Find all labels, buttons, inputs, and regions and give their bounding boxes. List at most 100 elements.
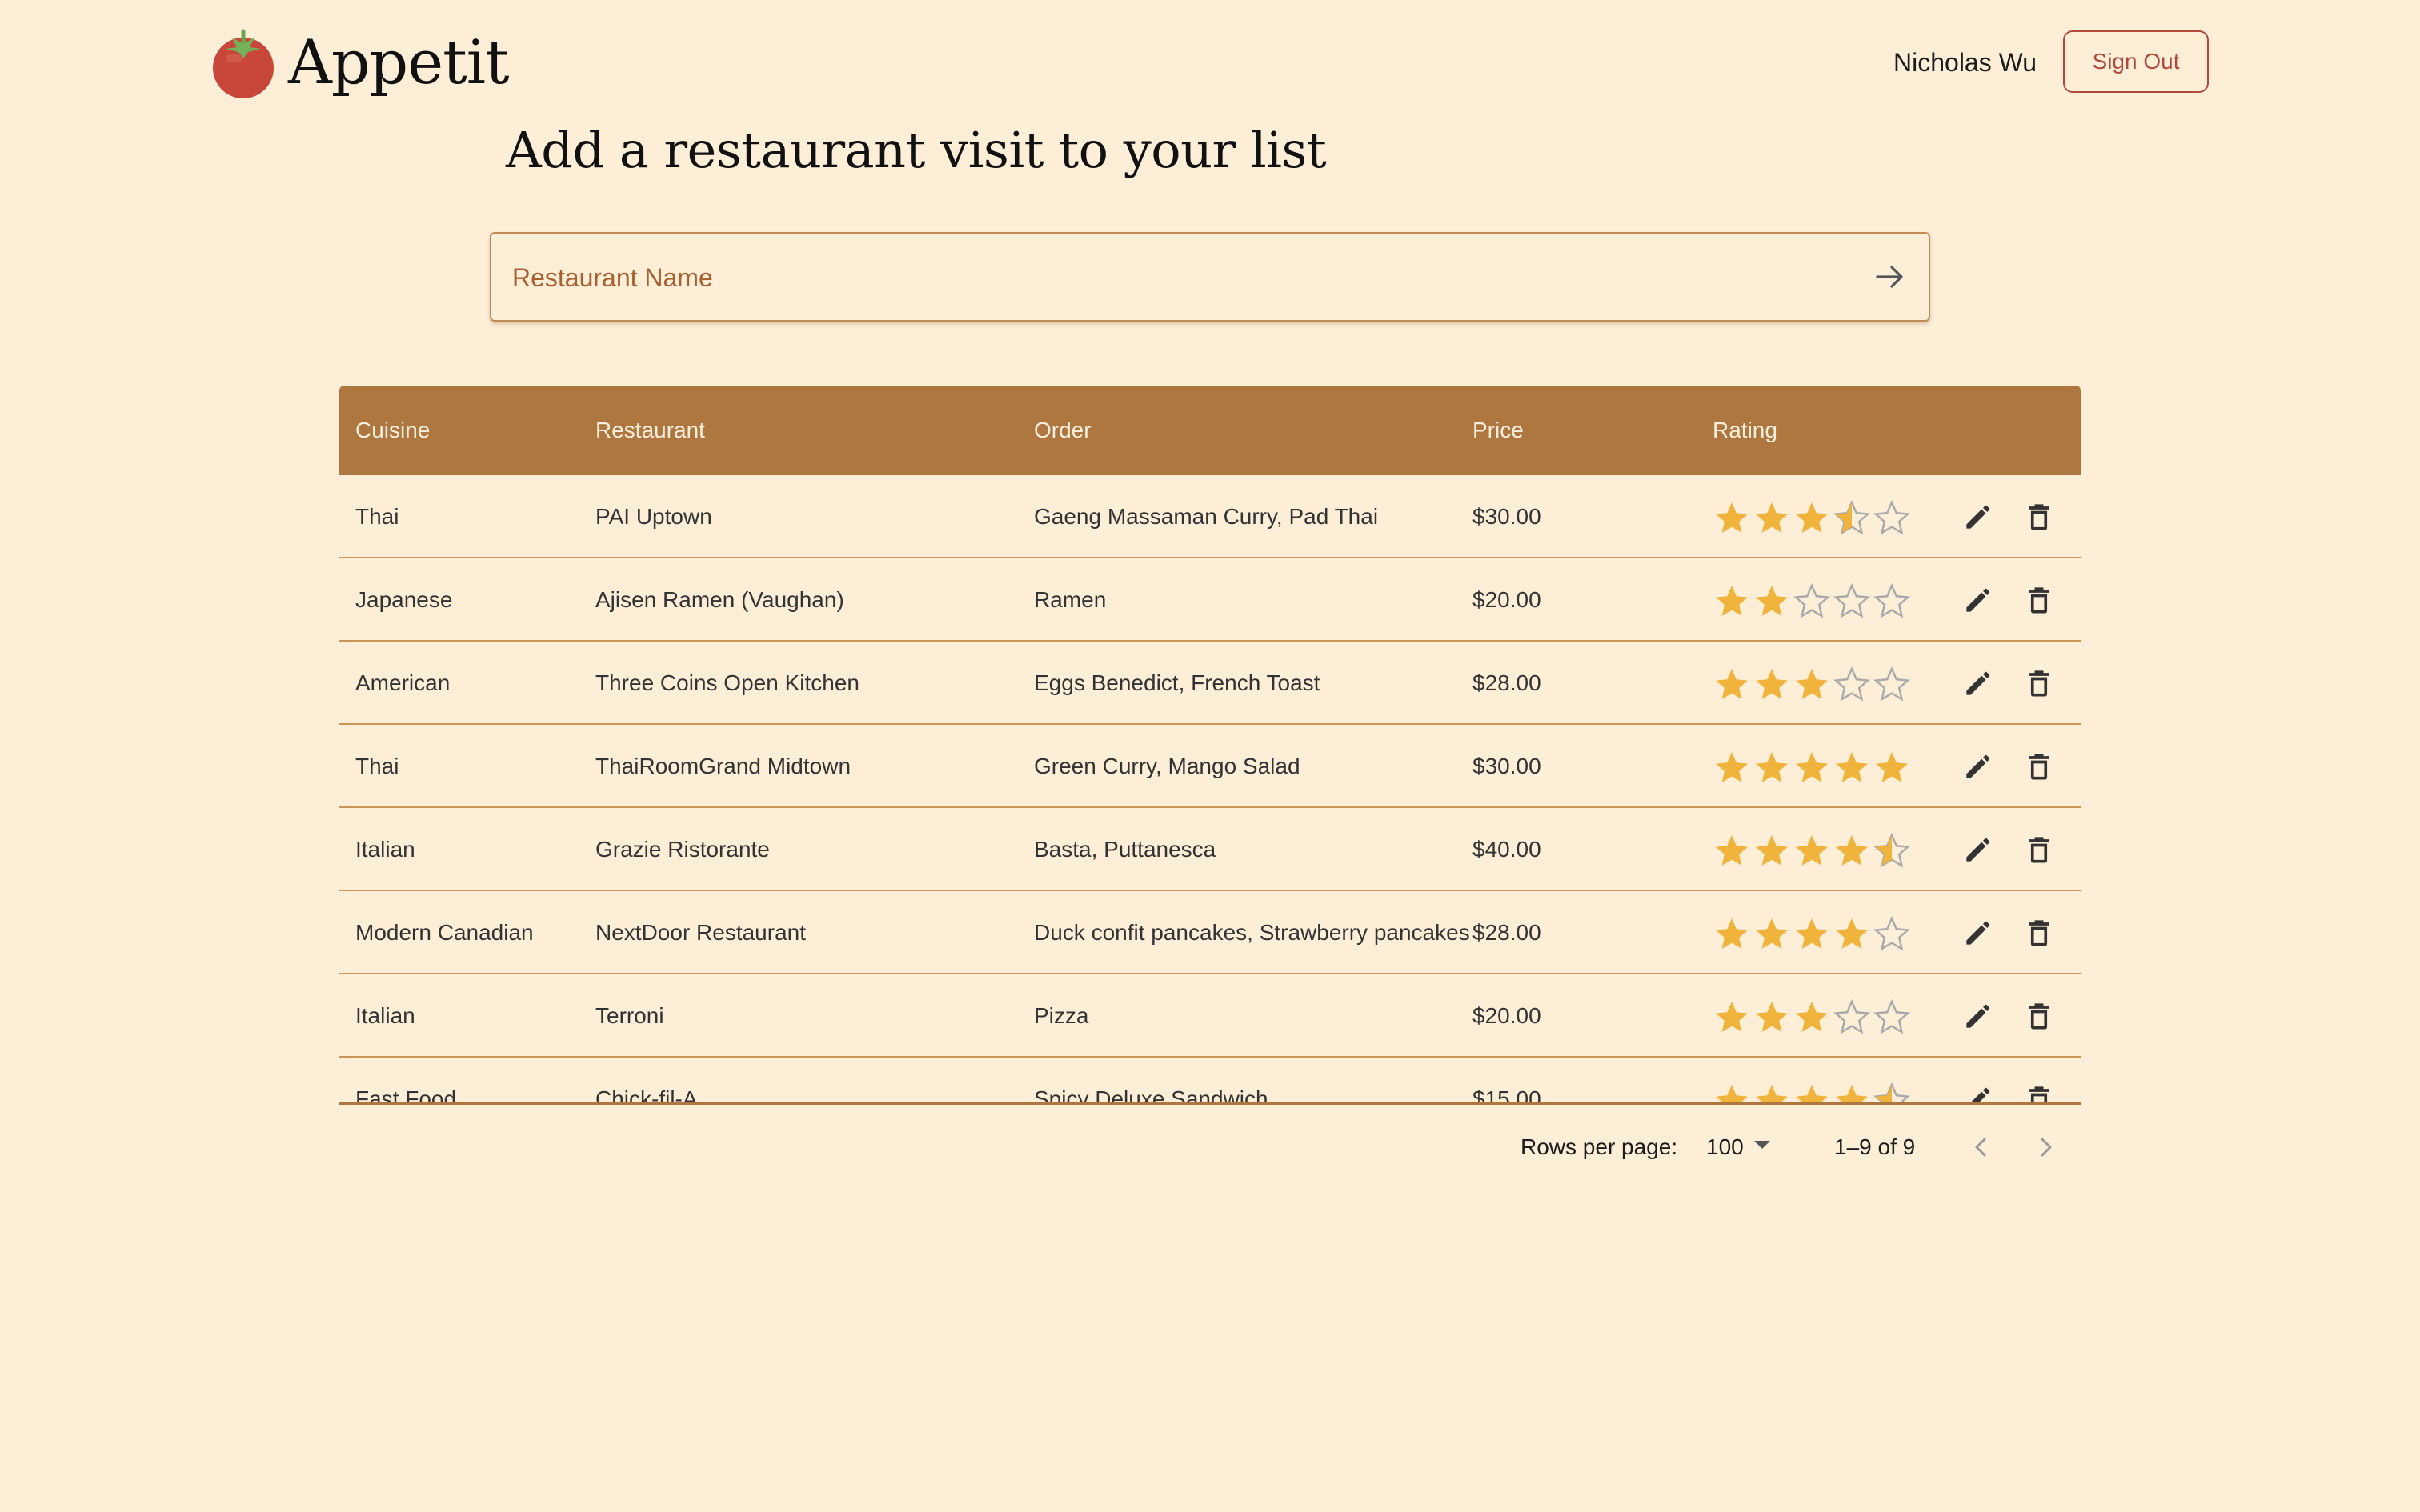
star-icon[interactable]: [1836, 752, 1868, 782]
star-icon[interactable]: [1873, 999, 1910, 1034]
previous-page-button[interactable]: [1962, 1128, 2001, 1166]
star-icon[interactable]: [1876, 752, 1908, 782]
star-icon[interactable]: [1796, 502, 1828, 533]
star-icon[interactable]: [1836, 1085, 1868, 1104]
trash-icon[interactable]: [2021, 499, 2057, 534]
trash-icon[interactable]: [2021, 1082, 2057, 1104]
arrow-right-icon[interactable]: [1873, 259, 1908, 294]
star-icon[interactable]: [1756, 835, 1788, 866]
column-header-rating[interactable]: Rating: [1713, 418, 1777, 443]
star-icon[interactable]: [1836, 835, 1868, 866]
order-cell: Duck confit pancakes, Strawberry pancake…: [1034, 920, 1470, 945]
star-icon[interactable]: [1833, 583, 1870, 618]
column-header-cuisine[interactable]: Cuisine: [355, 418, 430, 443]
star-icon[interactable]: [1756, 918, 1788, 949]
star-icon[interactable]: [1833, 666, 1870, 702]
star-icon[interactable]: [1796, 752, 1828, 782]
pencil-icon[interactable]: [1961, 499, 1996, 534]
star-icon[interactable]: [1796, 1085, 1828, 1104]
star-icon[interactable]: [1793, 583, 1830, 618]
trash-icon[interactable]: [2021, 749, 2057, 784]
price-cell: $28.00: [1472, 920, 1541, 945]
star-icon[interactable]: [1716, 835, 1748, 866]
star-icon[interactable]: [1756, 1002, 1788, 1032]
trash-icon[interactable]: [2021, 582, 2057, 618]
star-rating[interactable]: [1713, 1082, 1913, 1104]
table-row[interactable]: American Three Coins Open Kitchen Eggs Ben…: [339, 642, 2081, 725]
star-icon[interactable]: [1836, 918, 1868, 949]
pencil-icon[interactable]: [1961, 915, 1996, 950]
table-row[interactable]: Italian Grazie Ristorante Basta, Puttanesc…: [339, 808, 2081, 891]
pencil-icon[interactable]: [1961, 582, 1996, 618]
star-icon[interactable]: [1716, 669, 1748, 699]
star-icon[interactable]: [1756, 752, 1788, 782]
rows-per-page-select[interactable]: 100: [1706, 1126, 1786, 1166]
order-cell: Basta, Puttanesca: [1034, 837, 1216, 862]
star-icon[interactable]: [1716, 586, 1748, 616]
star-icon[interactable]: [1873, 666, 1910, 702]
trash-icon[interactable]: [2021, 832, 2057, 867]
column-header-price[interactable]: Price: [1472, 418, 1524, 443]
cuisine-cell: Fast Food: [355, 1086, 457, 1104]
star-icon[interactable]: [1716, 918, 1748, 949]
order-cell: Gaeng Massaman Curry, Pad Thai: [1034, 504, 1379, 529]
star-icon[interactable]: [1833, 999, 1870, 1034]
table-row[interactable]: Thai ThaiRoomGrand Midtown Green Curry, Ma…: [339, 725, 2081, 808]
star-rating[interactable]: [1713, 499, 1913, 535]
pencil-icon[interactable]: [1961, 749, 1996, 784]
star-icon[interactable]: [1873, 500, 1910, 535]
star-icon[interactable]: [1796, 669, 1828, 699]
star-icon[interactable]: [1716, 1002, 1748, 1032]
column-header-restaurant[interactable]: Restaurant: [595, 418, 705, 443]
pencil-icon[interactable]: [1961, 998, 1996, 1034]
table-row[interactable]: Italian Terroni Pizza $20.00: [339, 974, 2081, 1058]
star-icon[interactable]: [1873, 1082, 1910, 1104]
star-icon[interactable]: [1716, 752, 1748, 782]
trash-icon[interactable]: [2021, 915, 2057, 950]
table-row[interactable]: Thai PAI Uptown Gaeng Massaman Curry, Pad …: [339, 475, 2081, 558]
trash-icon[interactable]: [2021, 666, 2057, 701]
column-header-order[interactable]: Order: [1034, 418, 1092, 443]
restaurant-cell: Ajisen Ramen (Vaughan): [595, 587, 844, 612]
app-logo[interactable]: Appetit: [210, 22, 510, 102]
star-rating[interactable]: [1713, 998, 1913, 1034]
star-icon[interactable]: [1756, 586, 1788, 616]
star-icon[interactable]: [1756, 1085, 1788, 1104]
restaurant-name-input[interactable]: [511, 234, 1826, 322]
pencil-icon[interactable]: [1961, 832, 1996, 867]
table-row[interactable]: Modern Canadian NextDoor Restaurant Duck c…: [339, 891, 2081, 974]
tomato-icon: [210, 26, 277, 98]
chevron-right-icon: [2041, 1138, 2052, 1157]
pencil-icon[interactable]: [1961, 666, 1996, 701]
star-icon[interactable]: [1833, 500, 1870, 535]
star-icon[interactable]: [1796, 835, 1828, 866]
star-icon[interactable]: [1756, 502, 1788, 533]
sign-out-button[interactable]: Sign Out: [2063, 30, 2209, 93]
star-rating[interactable]: [1713, 915, 1913, 951]
star-rating[interactable]: [1713, 749, 1913, 784]
restaurant-cell: NextDoor Restaurant: [595, 920, 807, 945]
pencil-icon[interactable]: [1961, 1082, 1996, 1104]
star-icon[interactable]: [1796, 918, 1828, 949]
next-page-button[interactable]: [2026, 1128, 2065, 1166]
star-icon[interactable]: [1873, 583, 1910, 618]
table-row[interactable]: Fast Food Chick-fil-A Spicy Deluxe Sandwic…: [339, 1058, 2081, 1104]
table-row[interactable]: Japanese Ajisen Ramen (Vaughan) Ramen $20.0…: [339, 558, 2081, 642]
trash-icon[interactable]: [2021, 998, 2057, 1034]
star-icon[interactable]: [1873, 916, 1910, 951]
price-cell: $30.00: [1472, 754, 1541, 778]
table-body: Thai PAI Uptown Gaeng Massaman Curry, Pad …: [339, 475, 2081, 1104]
star-rating[interactable]: [1713, 832, 1913, 868]
star-icon[interactable]: [1756, 669, 1788, 699]
star-icon[interactable]: [1716, 502, 1748, 533]
order-cell: Green Curry, Mango Salad: [1034, 754, 1300, 778]
star-icon[interactable]: [1716, 1085, 1748, 1104]
cuisine-cell: Thai: [355, 754, 399, 778]
star-icon[interactable]: [1873, 833, 1910, 868]
restaurant-table: Cuisine Restaurant Order Price Rating Th…: [339, 386, 2081, 1104]
restaurant-search-field: [490, 232, 1930, 322]
star-rating[interactable]: [1713, 582, 1913, 618]
star-icon[interactable]: [1796, 1002, 1828, 1032]
star-rating[interactable]: [1713, 666, 1913, 702]
page-range-text: 1–9 of 9: [1834, 1134, 1916, 1159]
